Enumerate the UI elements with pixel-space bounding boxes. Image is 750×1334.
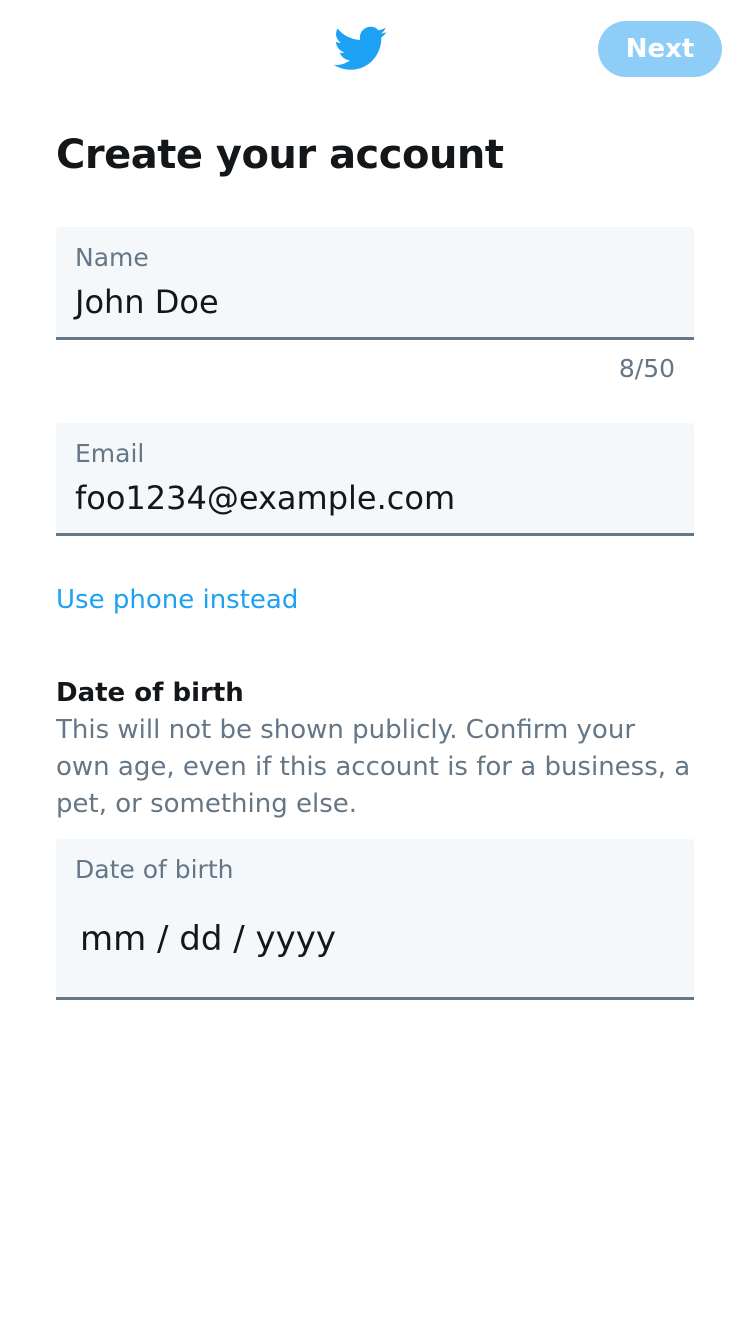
name-field[interactable]: Name John Doe [56,227,694,340]
name-field-label: Name [75,243,149,272]
next-button[interactable]: Next [598,21,722,77]
email-input[interactable]: foo1234@example.com [75,479,455,517]
twitter-bird-icon [334,26,388,70]
name-input[interactable]: John Doe [75,283,219,321]
name-character-counter: 8/50 [618,354,675,383]
email-field[interactable]: Email foo1234@example.com [56,423,694,536]
email-field-label: Email [75,439,145,468]
dob-field-label: Date of birth [75,855,234,884]
dob-description: This will not be shown publicly. Confirm… [56,715,691,819]
dob-field[interactable]: Date of birth mm / dd / yyyy [56,839,694,1000]
dob-input[interactable]: mm / dd / yyyy [80,919,336,959]
dob-heading: Date of birth [56,678,244,708]
header-bar: Next [0,0,750,100]
page-title: Create your account [56,132,504,178]
use-phone-instead-link[interactable]: Use phone instead [56,585,298,615]
